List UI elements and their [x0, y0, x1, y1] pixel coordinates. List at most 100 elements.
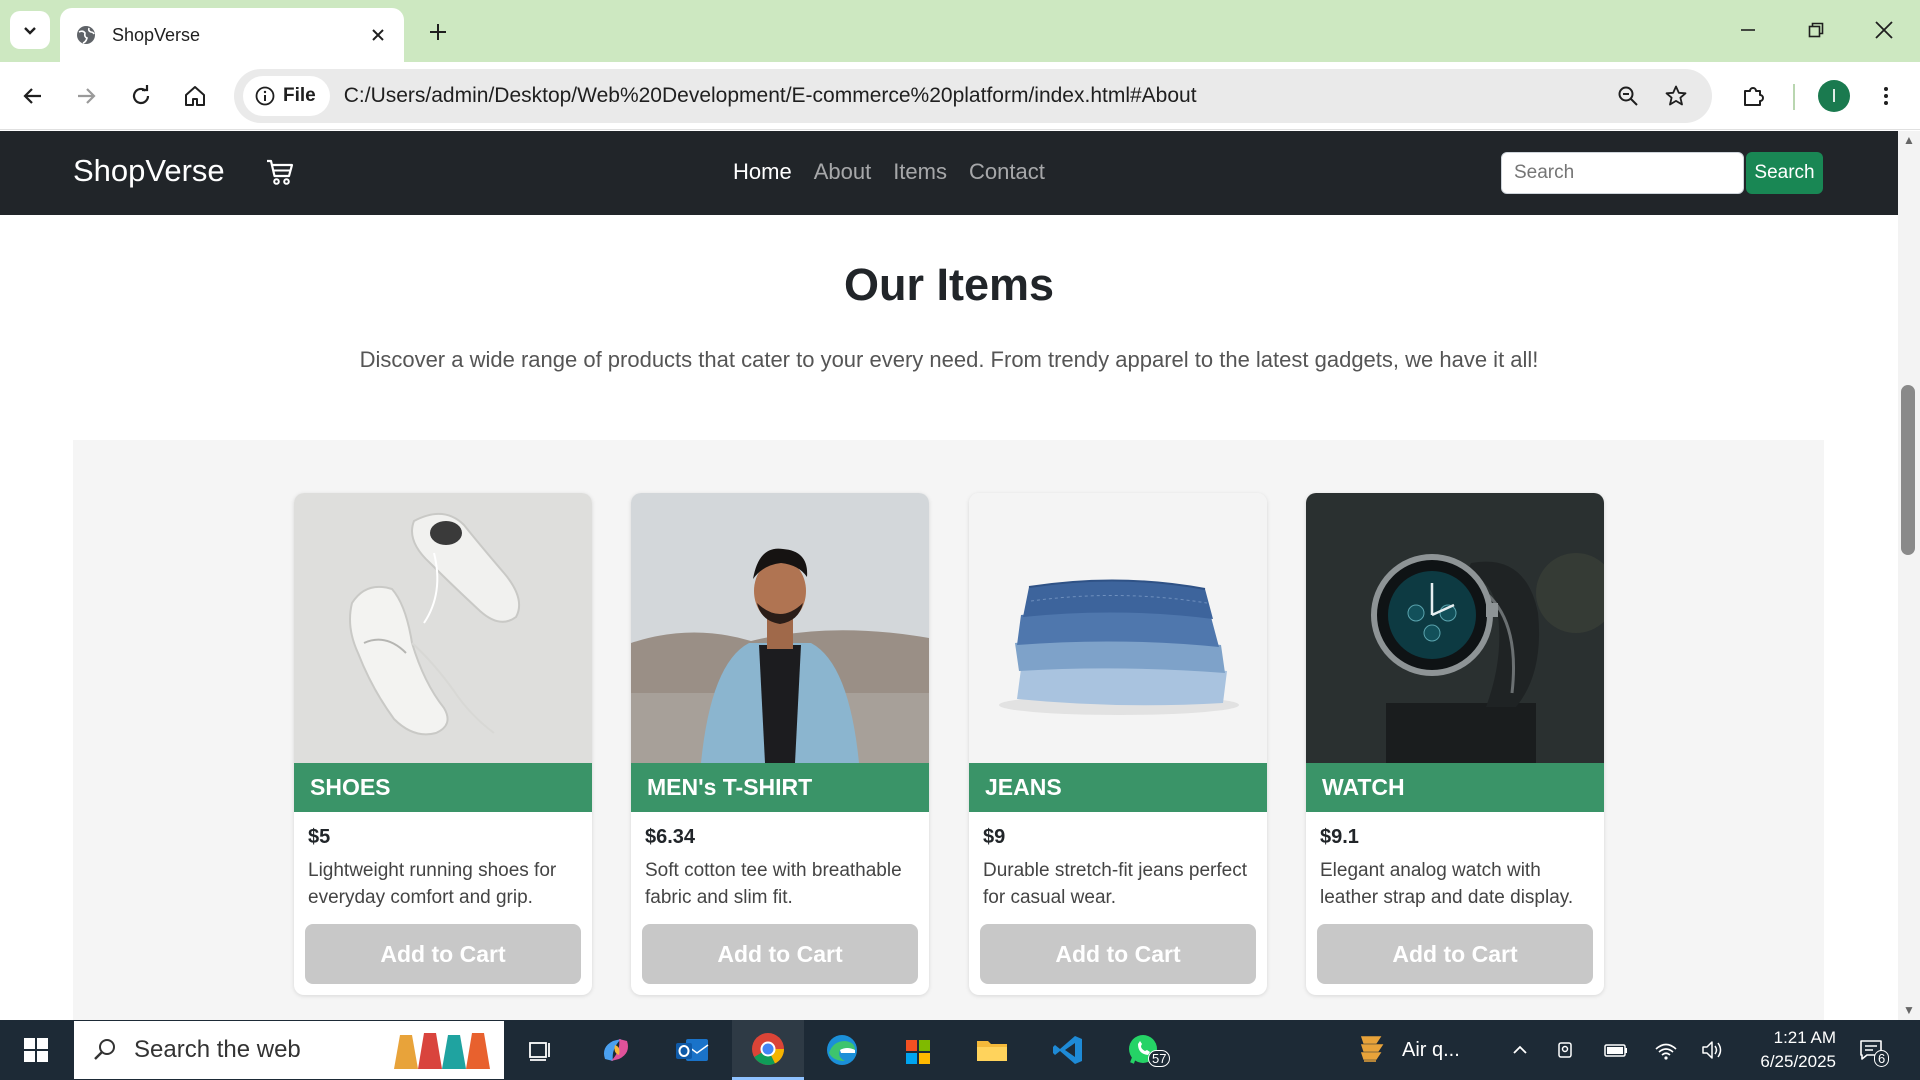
info-icon: [255, 86, 275, 106]
outlook-button[interactable]: [664, 1020, 720, 1080]
zoom-out-icon: [1618, 86, 1638, 106]
wrist-watch-image: [1306, 493, 1604, 763]
task-view-icon: [529, 1042, 550, 1061]
copilot-button[interactable]: [588, 1020, 644, 1080]
reload-button[interactable]: [119, 74, 163, 118]
vscode-button[interactable]: [1040, 1020, 1096, 1080]
scroll-up-icon[interactable]: ▲: [1903, 133, 1915, 147]
search-highlight-image: [394, 1033, 490, 1069]
add-to-cart-button[interactable]: Add to Cart: [305, 924, 581, 984]
site-search-button[interactable]: Search: [1746, 152, 1823, 194]
add-to-cart-button[interactable]: Add to Cart: [980, 924, 1256, 984]
taskbar-search-box[interactable]: Search the web: [74, 1021, 504, 1079]
new-tab-button[interactable]: [420, 14, 456, 50]
edge-icon: [827, 1035, 857, 1065]
nav-links: Home About Items Contact: [733, 159, 1045, 185]
browser-tab-bar: ShopVerse: [0, 0, 1920, 62]
nav-link-home[interactable]: Home: [733, 159, 792, 185]
weather-widget[interactable]: Air q...: [1356, 1020, 1496, 1080]
clock-time: 1:21 AM: [1773, 1028, 1836, 1047]
more-vertical-icon: [1884, 87, 1888, 105]
browser-menu-button[interactable]: [1864, 74, 1908, 118]
battery-icon: [1604, 1044, 1627, 1057]
scrollbar-thumb[interactable]: [1901, 385, 1915, 555]
product-description: Lightweight running shoes for everyday c…: [308, 860, 557, 908]
reload-icon: [132, 85, 150, 105]
nav-link-about[interactable]: About: [814, 159, 872, 185]
white-sneakers-image: [294, 493, 592, 763]
tab-search-button[interactable]: [10, 11, 50, 49]
copilot-icon: [604, 1039, 628, 1061]
wifi-icon: [1655, 1043, 1677, 1060]
shopping-cart-icon[interactable]: [265, 157, 295, 187]
restore-icon: [1808, 22, 1824, 38]
scroll-down-icon[interactable]: ▼: [1903, 1003, 1915, 1017]
chrome-icon: [752, 1032, 784, 1065]
page-scrollbar[interactable]: [1898, 131, 1920, 1020]
clock-date: 6/25/2025: [1760, 1052, 1836, 1071]
url-text[interactable]: C:/Users/admin/Desktop/Web%20Development…: [344, 84, 1604, 108]
tab-title: ShopVerse: [112, 24, 201, 45]
site-brand[interactable]: ShopVerse: [73, 153, 225, 189]
volume-button[interactable]: [1694, 1020, 1730, 1080]
extensions-button[interactable]: [1732, 74, 1776, 118]
product-description: Elegant analog watch with leather strap …: [1320, 860, 1574, 908]
air-quality-icon: [1360, 1036, 1384, 1062]
edge-button[interactable]: [814, 1020, 870, 1080]
minimize-icon: [1741, 29, 1755, 31]
chrome-button[interactable]: [732, 1020, 804, 1080]
forward-button[interactable]: [64, 74, 108, 118]
notification-center-button[interactable]: 6: [1850, 1020, 1894, 1080]
network-button[interactable]: [1648, 1020, 1684, 1080]
windows-logo-icon: [24, 1038, 48, 1062]
zoom-button[interactable]: [1604, 72, 1652, 120]
back-button[interactable]: [11, 74, 55, 118]
start-button[interactable]: [0, 1020, 72, 1080]
close-tab-icon[interactable]: [366, 23, 390, 47]
product-title: SHOES: [294, 763, 592, 812]
file-explorer-button[interactable]: [964, 1020, 1020, 1080]
browser-tab[interactable]: ShopVerse: [60, 8, 404, 62]
site-search-input[interactable]: [1501, 152, 1744, 194]
product-price: $6.34: [645, 826, 696, 848]
address-bar[interactable]: File C:/Users/admin/Desktop/Web%20Develo…: [234, 69, 1712, 123]
globe-icon: [77, 26, 95, 44]
battery-button[interactable]: [1598, 1020, 1634, 1080]
site-info-label: File: [283, 85, 316, 106]
home-icon: [185, 86, 205, 106]
notification-count-badge: 6: [1874, 1050, 1890, 1067]
add-to-cart-button[interactable]: Add to Cart: [642, 924, 918, 984]
profile-avatar[interactable]: I: [1818, 80, 1850, 112]
toolbar-divider: [1793, 84, 1795, 110]
product-title: WATCH: [1306, 763, 1604, 812]
home-button[interactable]: [173, 74, 217, 118]
bookmark-button[interactable]: [1652, 72, 1700, 120]
minimize-button[interactable]: [1720, 8, 1776, 52]
site-info-chip[interactable]: File: [243, 76, 330, 116]
nav-link-items[interactable]: Items: [893, 159, 947, 185]
folded-jeans-image: [969, 493, 1267, 763]
whatsapp-button[interactable]: 57: [1114, 1020, 1174, 1080]
store-icon: [906, 1040, 930, 1064]
browser-toolbar: File C:/Users/admin/Desktop/Web%20Develo…: [0, 62, 1920, 130]
folder-icon: [977, 1041, 1007, 1061]
taskbar-clock[interactable]: 1:21 AM 6/25/2025: [1732, 1026, 1836, 1074]
product-card-shoes: SHOES $5 Lightweight running shoes for e…: [294, 493, 592, 995]
restore-button[interactable]: [1788, 8, 1844, 52]
show-hidden-icons-button[interactable]: [1504, 1020, 1536, 1080]
microsoft-store-button[interactable]: [890, 1020, 946, 1080]
nav-link-contact[interactable]: Contact: [969, 159, 1045, 185]
speaker-icon: [1702, 1041, 1722, 1059]
task-view-button[interactable]: [512, 1020, 568, 1080]
weather-text: Air q...: [1402, 1038, 1460, 1061]
meet-now-button[interactable]: [1550, 1020, 1582, 1080]
section-subtitle: Discover a wide range of products that c…: [359, 347, 1539, 372]
product-price: $9.1: [1320, 826, 1359, 848]
chevron-down-icon: [24, 27, 36, 35]
puzzle-icon: [1744, 87, 1764, 106]
product-price: $9: [983, 826, 1006, 848]
product-card-tshirt: MEN's T-SHIRT $6.34 Soft cotton tee with…: [631, 493, 929, 995]
add-to-cart-button[interactable]: Add to Cart: [1317, 924, 1593, 984]
section-title: Our Items: [843, 259, 1055, 310]
close-window-button[interactable]: [1856, 8, 1912, 52]
